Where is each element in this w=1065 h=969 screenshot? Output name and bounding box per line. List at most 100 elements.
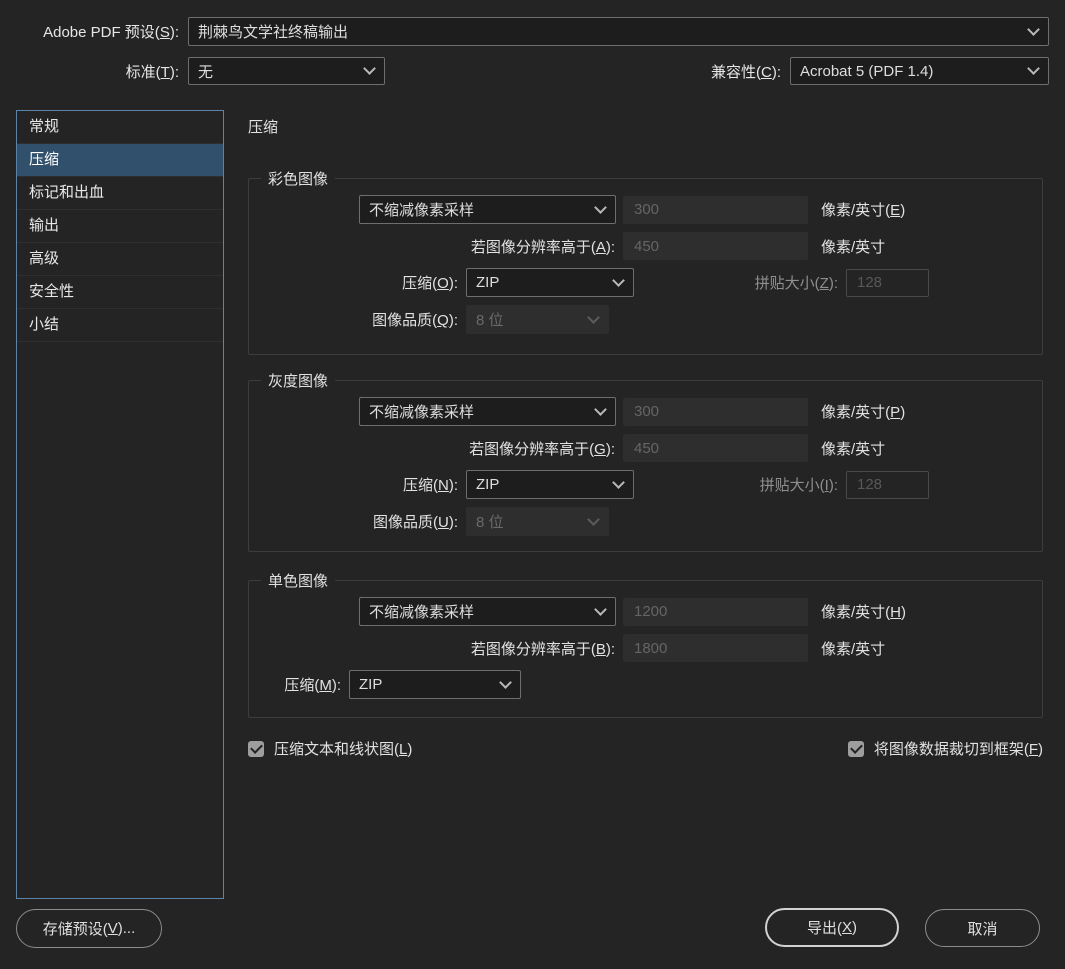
gray-compression-select[interactable]: ZIP xyxy=(466,470,634,499)
save-preset-button[interactable]: 存储预设(V)... xyxy=(16,909,162,948)
export-button[interactable]: 导出(X) xyxy=(765,908,899,947)
color-threshold-label: 若图像分辨率高于(A): xyxy=(249,236,615,257)
chevron-down-icon xyxy=(614,478,623,487)
gray-image-quality-label: 图像品质(U): xyxy=(249,511,458,532)
mono-threshold-unit-label: 像素/英寸 xyxy=(821,638,885,659)
mono-compression-select[interactable]: ZIP xyxy=(349,670,521,699)
standard-select[interactable]: 无 xyxy=(188,57,385,85)
color-threshold-input: 450 xyxy=(623,232,808,260)
color-resample-value: 不缩减像素采样 xyxy=(369,199,474,220)
dialog-header: Adobe PDF 预设(S): 荆棘鸟文学社终稿输出 标准(T): 无 兼容性… xyxy=(0,0,1065,85)
section-monochrome-images: 单色图像 不缩减像素采样 1200 像素/英寸(H) 若图像分辨率高于(B): … xyxy=(248,570,1043,718)
standard-label: 标准(T): xyxy=(0,61,188,82)
section-color-images: 彩色图像 不缩减像素采样 300 像素/英寸(E) 若图像分辨率高于(A): 4… xyxy=(248,168,1043,355)
compatibility-label: 兼容性(C): xyxy=(711,61,790,82)
gray-threshold-label: 若图像分辨率高于(G): xyxy=(249,438,615,459)
compression-row: 压缩(M): ZIP xyxy=(249,670,1042,699)
color-resolution-input: 300 xyxy=(623,196,808,224)
color-resample-select[interactable]: 不缩减像素采样 xyxy=(359,195,616,224)
color-image-quality-select: 8 位 xyxy=(466,305,609,334)
compression-row: 压缩(N): ZIP 拼贴大小(I): 128 xyxy=(249,470,1042,499)
mono-resolution-unit-label: 像素/英寸(H) xyxy=(821,601,906,622)
section-color-images-legend: 彩色图像 xyxy=(261,168,335,189)
chevron-down-icon xyxy=(596,203,605,212)
gray-tile-size-label: 拼贴大小(I): xyxy=(634,474,838,495)
threshold-row: 若图像分辨率高于(B): 1800 像素/英寸 xyxy=(249,634,1042,662)
sidebar-item-summary[interactable]: 小结 xyxy=(17,309,223,342)
standard-select-value: 无 xyxy=(198,61,213,82)
color-tile-size-input: 128 xyxy=(846,269,929,297)
section-grayscale-images: 灰度图像 不缩减像素采样 300 像素/英寸(P) 若图像分辨率高于(G): 4… xyxy=(248,370,1043,552)
chevron-down-icon xyxy=(1029,25,1038,34)
mono-resample-select[interactable]: 不缩减像素采样 xyxy=(359,597,616,626)
gray-resample-select[interactable]: 不缩减像素采样 xyxy=(359,397,616,426)
color-compression-label: 压缩(O): xyxy=(249,272,458,293)
gray-resolution-unit-label: 像素/英寸(P) xyxy=(821,401,905,422)
color-tile-size-label: 拼贴大小(Z): xyxy=(634,272,838,293)
sidebar-item-security[interactable]: 安全性 xyxy=(17,276,223,309)
sidebar-item-general[interactable]: 常规 xyxy=(17,111,223,144)
mono-threshold-input: 1800 xyxy=(623,634,808,662)
compress-text-option: 压缩文本和线状图(L) xyxy=(248,738,412,759)
color-compression-value: ZIP xyxy=(476,274,499,291)
preset-select[interactable]: 荆棘鸟文学社终稿输出 xyxy=(188,17,1049,46)
crop-image-data-checkbox[interactable] xyxy=(848,741,864,757)
chevron-down-icon xyxy=(1029,64,1038,73)
gray-threshold-unit-label: 像素/英寸 xyxy=(821,438,885,459)
compression-panel: 压缩 彩色图像 不缩减像素采样 300 像素/英寸(E) 若图像分辨率高于(A)… xyxy=(248,110,1043,759)
mono-resolution-input: 1200 xyxy=(623,598,808,626)
gray-image-quality-value: 8 位 xyxy=(476,511,504,532)
color-image-quality-value: 8 位 xyxy=(476,309,504,330)
gray-compression-value: ZIP xyxy=(476,476,499,493)
compress-text-label: 压缩文本和线状图(L) xyxy=(274,738,412,759)
gray-resolution-input: 300 xyxy=(623,398,808,426)
compatibility-select-value: Acrobat 5 (PDF 1.4) xyxy=(800,63,933,80)
sidebar-item-output[interactable]: 输出 xyxy=(17,210,223,243)
compression-row: 压缩(O): ZIP 拼贴大小(Z): 128 xyxy=(249,268,1042,297)
section-monochrome-images-legend: 单色图像 xyxy=(261,570,335,591)
cancel-button[interactable]: 取消 xyxy=(925,909,1040,947)
gray-compression-label: 压缩(N): xyxy=(249,474,458,495)
chevron-down-icon xyxy=(596,605,605,614)
color-threshold-unit-label: 像素/英寸 xyxy=(821,236,885,257)
chevron-down-icon xyxy=(596,405,605,414)
resample-row: 不缩减像素采样 1200 像素/英寸(H) xyxy=(249,597,1042,626)
chevron-down-icon xyxy=(614,276,623,285)
chevron-down-icon xyxy=(589,515,598,524)
preset-select-value: 荆棘鸟文学社终稿输出 xyxy=(198,21,348,42)
crop-image-data-label: 将图像数据裁切到框架(F) xyxy=(874,738,1043,759)
gray-resample-value: 不缩减像素采样 xyxy=(369,401,474,422)
compress-text-checkbox[interactable] xyxy=(248,741,264,757)
compatibility-select[interactable]: Acrobat 5 (PDF 1.4) xyxy=(790,57,1049,85)
crop-image-data-option: 将图像数据裁切到框架(F) xyxy=(848,738,1043,759)
mono-compression-label: 压缩(M): xyxy=(249,674,341,695)
resample-row: 不缩减像素采样 300 像素/英寸(E) xyxy=(249,195,1042,224)
chevron-down-icon xyxy=(589,313,598,322)
export-adobe-pdf-dialog: { "colors": { "dialog_bg": "#242424", "c… xyxy=(0,0,1065,969)
chevron-down-icon xyxy=(365,64,374,73)
compatibility-group: 兼容性(C): Acrobat 5 (PDF 1.4) xyxy=(711,57,1049,85)
options-row: 压缩文本和线状图(L) 将图像数据裁切到框架(F) xyxy=(248,738,1043,759)
gray-threshold-input: 450 xyxy=(623,434,808,462)
gray-image-quality-select: 8 位 xyxy=(466,507,609,536)
mono-resample-value: 不缩减像素采样 xyxy=(369,601,474,622)
page-title: 压缩 xyxy=(248,110,1043,138)
standard-row: 标准(T): 无 兼容性(C): Acrobat 5 (PDF 1.4) xyxy=(0,57,1065,85)
color-compression-select[interactable]: ZIP xyxy=(466,268,634,297)
gray-tile-size-input: 128 xyxy=(846,471,929,499)
sidebar-item-marks-and-bleeds[interactable]: 标记和出血 xyxy=(17,177,223,210)
color-resolution-unit-label: 像素/英寸(E) xyxy=(821,199,905,220)
chevron-down-icon xyxy=(501,678,510,687)
sidebar-item-advanced[interactable]: 高级 xyxy=(17,243,223,276)
section-grayscale-images-legend: 灰度图像 xyxy=(261,370,335,391)
mono-threshold-label: 若图像分辨率高于(B): xyxy=(249,638,615,659)
settings-sidebar: 常规 压缩 标记和出血 输出 高级 安全性 小结 xyxy=(16,110,224,899)
quality-row: 图像品质(U): 8 位 xyxy=(249,507,1042,536)
mono-compression-value: ZIP xyxy=(359,676,382,693)
preset-label: Adobe PDF 预设(S): xyxy=(0,21,188,42)
threshold-row: 若图像分辨率高于(A): 450 像素/英寸 xyxy=(249,232,1042,260)
sidebar-item-compression[interactable]: 压缩 xyxy=(17,144,223,177)
preset-row: Adobe PDF 预设(S): 荆棘鸟文学社终稿输出 xyxy=(0,17,1065,46)
threshold-row: 若图像分辨率高于(G): 450 像素/英寸 xyxy=(249,434,1042,462)
color-image-quality-label: 图像品质(Q): xyxy=(249,309,458,330)
